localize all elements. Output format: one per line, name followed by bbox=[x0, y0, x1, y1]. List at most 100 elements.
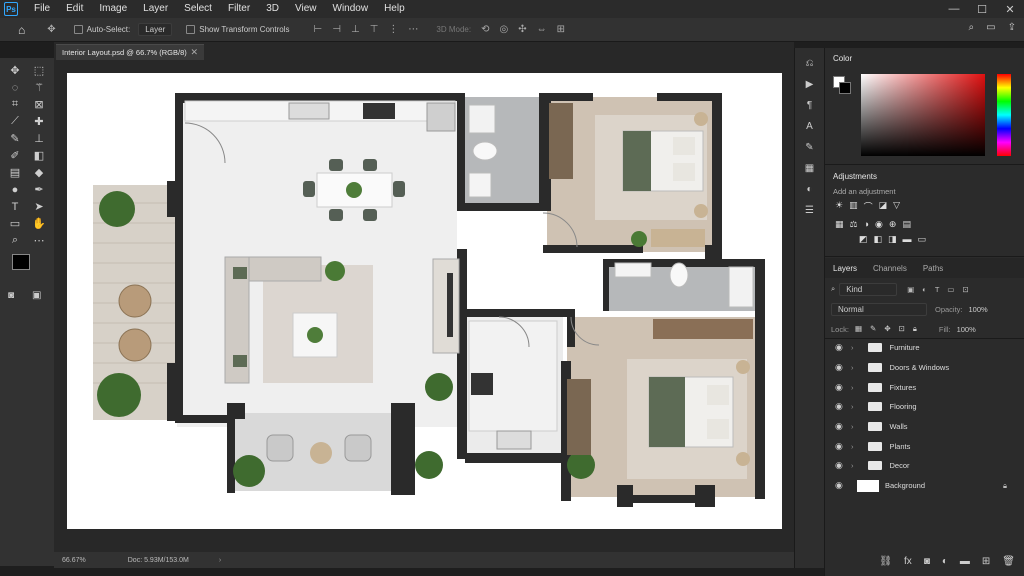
adjustments-panel-title[interactable]: Adjustments bbox=[825, 166, 1024, 187]
healing-icon[interactable]: ✚ bbox=[27, 113, 51, 130]
link-layers-icon[interactable]: ⛓ bbox=[879, 556, 892, 567]
menu-window[interactable]: Window bbox=[325, 0, 377, 18]
pixel-filter-icon[interactable]: ▣ bbox=[907, 285, 914, 294]
lock-pixels-icon[interactable]: ✎ bbox=[870, 324, 876, 334]
align-top-icon[interactable]: ⊤ bbox=[370, 24, 379, 35]
character-icon[interactable]: A bbox=[806, 121, 813, 132]
new-adjustment-icon[interactable]: ◐ bbox=[942, 556, 948, 567]
layer-row-background[interactable]: ◉ Background 🔒︎ bbox=[825, 476, 1011, 496]
brush-icon[interactable]: ✎ bbox=[3, 130, 27, 147]
layer-row[interactable]: ◉ › Plants bbox=[825, 436, 1011, 456]
menu-help[interactable]: Help bbox=[376, 0, 413, 18]
hue-sat-icon[interactable]: ▦ bbox=[835, 219, 844, 230]
distribute-icon[interactable]: ⋮ bbox=[388, 24, 398, 35]
menu-file[interactable]: File bbox=[26, 0, 58, 18]
expand-arrow-icon[interactable]: › bbox=[851, 442, 854, 451]
hue-slider[interactable] bbox=[997, 74, 1011, 156]
kind-filter[interactable]: Kind bbox=[839, 282, 898, 296]
3d-scale-icon[interactable]: ⊞ bbox=[557, 24, 565, 35]
posterize-icon[interactable]: ◧ bbox=[874, 234, 883, 245]
3d-roll-icon[interactable]: ◎ bbox=[499, 24, 508, 35]
screen-mode-icon[interactable]: ▣ bbox=[32, 290, 41, 301]
stamp-icon[interactable]: ⊥ bbox=[27, 130, 51, 147]
history-icon[interactable]: ⎌ bbox=[806, 58, 814, 69]
gradient-map-icon[interactable]: ▬ bbox=[903, 234, 912, 245]
lock-position-icon[interactable]: ✥ bbox=[884, 324, 890, 334]
move-tool-icon[interactable]: ✥ bbox=[47, 24, 55, 35]
invert-icon[interactable]: ◩ bbox=[859, 234, 868, 245]
lasso-icon[interactable]: ◌ bbox=[3, 79, 27, 96]
layer-row[interactable]: ◉ › Decor bbox=[825, 456, 1011, 476]
new-layer-icon[interactable]: ⊞ bbox=[982, 556, 990, 567]
move-icon[interactable]: ✥ bbox=[3, 62, 27, 79]
expand-arrow-icon[interactable]: › bbox=[851, 343, 854, 352]
align-right-icon[interactable]: ⊥ bbox=[351, 24, 360, 35]
document-canvas[interactable] bbox=[67, 73, 782, 529]
auto-select-dropdown[interactable]: Layer bbox=[138, 23, 173, 36]
fill-value[interactable]: 100% bbox=[957, 325, 976, 334]
blur-icon[interactable]: ◆ bbox=[27, 164, 51, 181]
tab-layers[interactable]: Layers bbox=[825, 264, 865, 273]
visibility-eye-icon[interactable]: ◉ bbox=[835, 401, 849, 412]
photo-filter-icon[interactable]: ◉ bbox=[875, 219, 883, 230]
share-icon[interactable]: ⇪ bbox=[1008, 22, 1016, 33]
expand-arrow-icon[interactable]: › bbox=[851, 461, 854, 470]
path-selection-icon[interactable]: ➤ bbox=[27, 198, 51, 215]
align-center-icon[interactable]: ⊣ bbox=[332, 24, 341, 35]
close-tab-icon[interactable]: ✕ bbox=[190, 47, 198, 58]
new-group-icon[interactable]: ▬ bbox=[960, 556, 970, 567]
search-icon[interactable]: ⌕ bbox=[969, 22, 975, 33]
channel-mixer-icon[interactable]: ⊕ bbox=[889, 219, 897, 230]
expand-arrow-icon[interactable]: › bbox=[851, 402, 854, 411]
expand-arrow-icon[interactable]: › bbox=[851, 422, 854, 431]
close-window-icon[interactable]: ✕ bbox=[996, 3, 1024, 16]
workspace-icon[interactable]: ▭ bbox=[986, 22, 995, 33]
history-brush-icon[interactable]: ✐ bbox=[3, 147, 27, 164]
curves-icon[interactable]: ⌒ bbox=[864, 200, 873, 213]
3d-pan-icon[interactable]: ✣ bbox=[518, 24, 526, 35]
color-picker-field[interactable] bbox=[861, 74, 985, 156]
gradient-icon[interactable]: ▤ bbox=[3, 164, 27, 181]
magic-wand-icon[interactable]: ⚚ bbox=[27, 79, 51, 96]
layer-row[interactable]: ◉ › Flooring bbox=[825, 397, 1011, 417]
color-balance-icon[interactable]: ⚖ bbox=[850, 219, 858, 230]
3d-orbit-icon[interactable]: ⟲ bbox=[481, 24, 489, 35]
visibility-eye-icon[interactable]: ◉ bbox=[835, 421, 849, 432]
home-icon[interactable]: ⌂ bbox=[18, 23, 25, 37]
visibility-eye-icon[interactable]: ◉ bbox=[835, 342, 849, 353]
delete-layer-icon[interactable]: 🗑︎ bbox=[1002, 556, 1015, 567]
actions-icon[interactable]: ▶ bbox=[806, 79, 814, 90]
eraser-icon[interactable]: ◧ bbox=[27, 147, 51, 164]
shape-filter-icon[interactable]: ▭ bbox=[947, 285, 954, 294]
visibility-eye-icon[interactable]: ◉ bbox=[835, 460, 849, 471]
menu-view[interactable]: View bbox=[287, 0, 325, 18]
expand-arrow-icon[interactable]: › bbox=[851, 363, 854, 372]
levels-icon[interactable]: ▥ bbox=[849, 200, 858, 213]
selective-color-icon[interactable]: ▭ bbox=[918, 234, 927, 245]
brushes-icon[interactable]: ✎ bbox=[805, 142, 813, 153]
layer-row[interactable]: ◉ › Walls bbox=[825, 417, 1011, 437]
fx-icon[interactable]: fx bbox=[904, 556, 912, 567]
layer-row[interactable]: ◉ › Doors & Windows bbox=[825, 358, 1011, 378]
dodge-icon[interactable]: ● bbox=[3, 181, 27, 198]
pen-icon[interactable]: ✒ bbox=[27, 181, 51, 198]
swatches-icon[interactable]: ▦ bbox=[805, 163, 814, 174]
hand-icon[interactable]: ✋ bbox=[27, 215, 51, 232]
align-left-icon[interactable]: ⊢ bbox=[314, 24, 323, 35]
frame-icon[interactable]: ⊠ bbox=[27, 96, 51, 113]
opacity-value[interactable]: 100% bbox=[969, 305, 988, 314]
properties-icon[interactable]: ☰ bbox=[805, 205, 814, 216]
zoom-level[interactable]: 66.67% bbox=[62, 557, 86, 564]
tab-paths[interactable]: Paths bbox=[915, 264, 951, 273]
type-icon[interactable]: T bbox=[3, 198, 27, 215]
layer-row[interactable]: ◉ › Fixtures bbox=[825, 377, 1011, 397]
minimize-icon[interactable]: — bbox=[940, 3, 968, 15]
bw-icon[interactable]: ◑ bbox=[864, 219, 869, 230]
blend-mode-dropdown[interactable]: Normal bbox=[831, 302, 927, 316]
adjustment-filter-icon[interactable]: ◐ bbox=[922, 285, 927, 294]
more-options-icon[interactable]: ⋯ bbox=[408, 24, 418, 35]
menu-select[interactable]: Select bbox=[176, 0, 220, 18]
zoom-icon[interactable]: ⌕ bbox=[3, 232, 27, 249]
add-mask-icon[interactable]: ◙ bbox=[924, 556, 930, 567]
threshold-icon[interactable]: ◨ bbox=[888, 234, 897, 245]
